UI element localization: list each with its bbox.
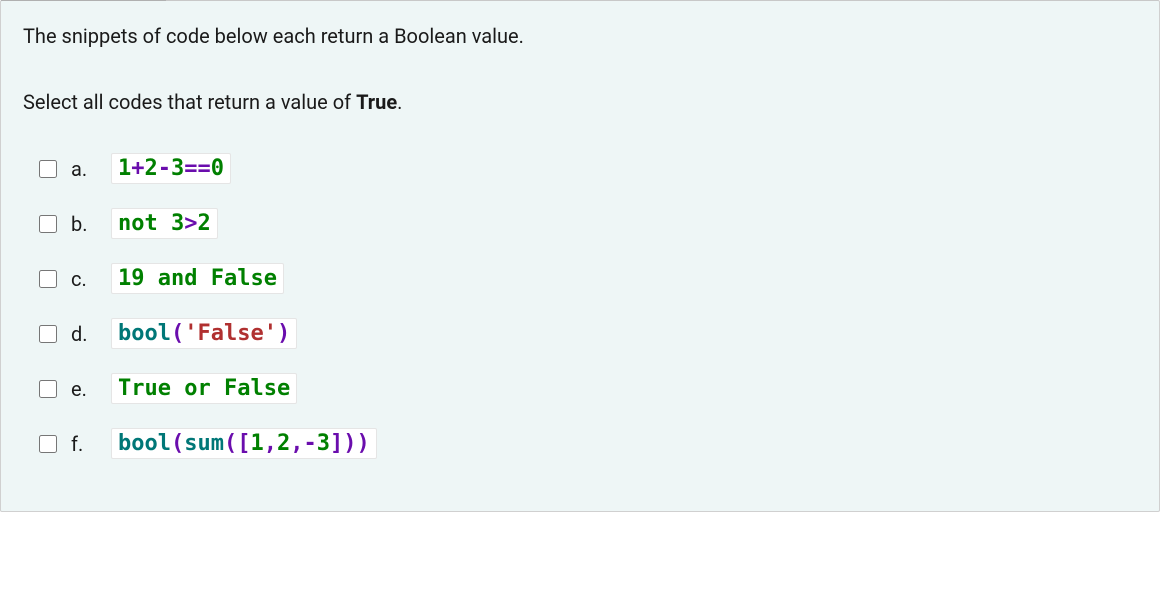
code-a-content: 1+2-3==0 <box>118 156 224 181</box>
option-c-checkbox[interactable] <box>39 270 57 288</box>
option-d: d. bool('False') <box>39 318 1137 349</box>
code-e-content: True or False <box>118 376 290 401</box>
option-f-letter: f. <box>71 432 99 456</box>
option-f-code: bool(sum([1,2,-3])) <box>111 428 377 459</box>
option-e-letter: e. <box>71 377 99 401</box>
option-c-code: 19 and False <box>111 263 284 294</box>
instruction-suffix: . <box>397 90 402 114</box>
option-d-letter: d. <box>71 322 99 346</box>
option-c-letter: c. <box>71 267 99 291</box>
options-list: a. 1+2-3==0 b. not 3>2 c. 19 and False d… <box>23 153 1137 459</box>
option-a: a. 1+2-3==0 <box>39 153 1137 184</box>
option-b-letter: b. <box>71 212 99 236</box>
option-e-checkbox[interactable] <box>39 380 57 398</box>
option-e-code: True or False <box>111 373 297 404</box>
instruction-prefix: Select all codes that return a value of <box>23 90 356 114</box>
code-b-content: not 3>2 <box>118 211 211 236</box>
question-prompt: The snippets of code below each return a… <box>23 21 1137 51</box>
code-d-content: bool('False') <box>118 321 290 346</box>
question-instruction: Select all codes that return a value of … <box>23 87 1137 117</box>
option-f: f. bool(sum([1,2,-3])) <box>39 428 1137 459</box>
option-b-code: not 3>2 <box>111 208 218 239</box>
option-d-code: bool('False') <box>111 318 297 349</box>
code-f-content: bool(sum([1,2,-3])) <box>118 431 370 456</box>
instruction-bold: True <box>356 90 397 114</box>
question-panel: The snippets of code below each return a… <box>0 0 1160 512</box>
top-tab-decoration <box>1 0 166 1</box>
option-f-checkbox[interactable] <box>39 435 57 453</box>
option-a-code: 1+2-3==0 <box>111 153 231 184</box>
option-e: e. True or False <box>39 373 1137 404</box>
option-b: b. not 3>2 <box>39 208 1137 239</box>
option-b-checkbox[interactable] <box>39 215 57 233</box>
code-c-content: 19 and False <box>118 266 277 291</box>
option-a-checkbox[interactable] <box>39 160 57 178</box>
option-d-checkbox[interactable] <box>39 325 57 343</box>
option-a-letter: a. <box>71 157 99 181</box>
option-c: c. 19 and False <box>39 263 1137 294</box>
